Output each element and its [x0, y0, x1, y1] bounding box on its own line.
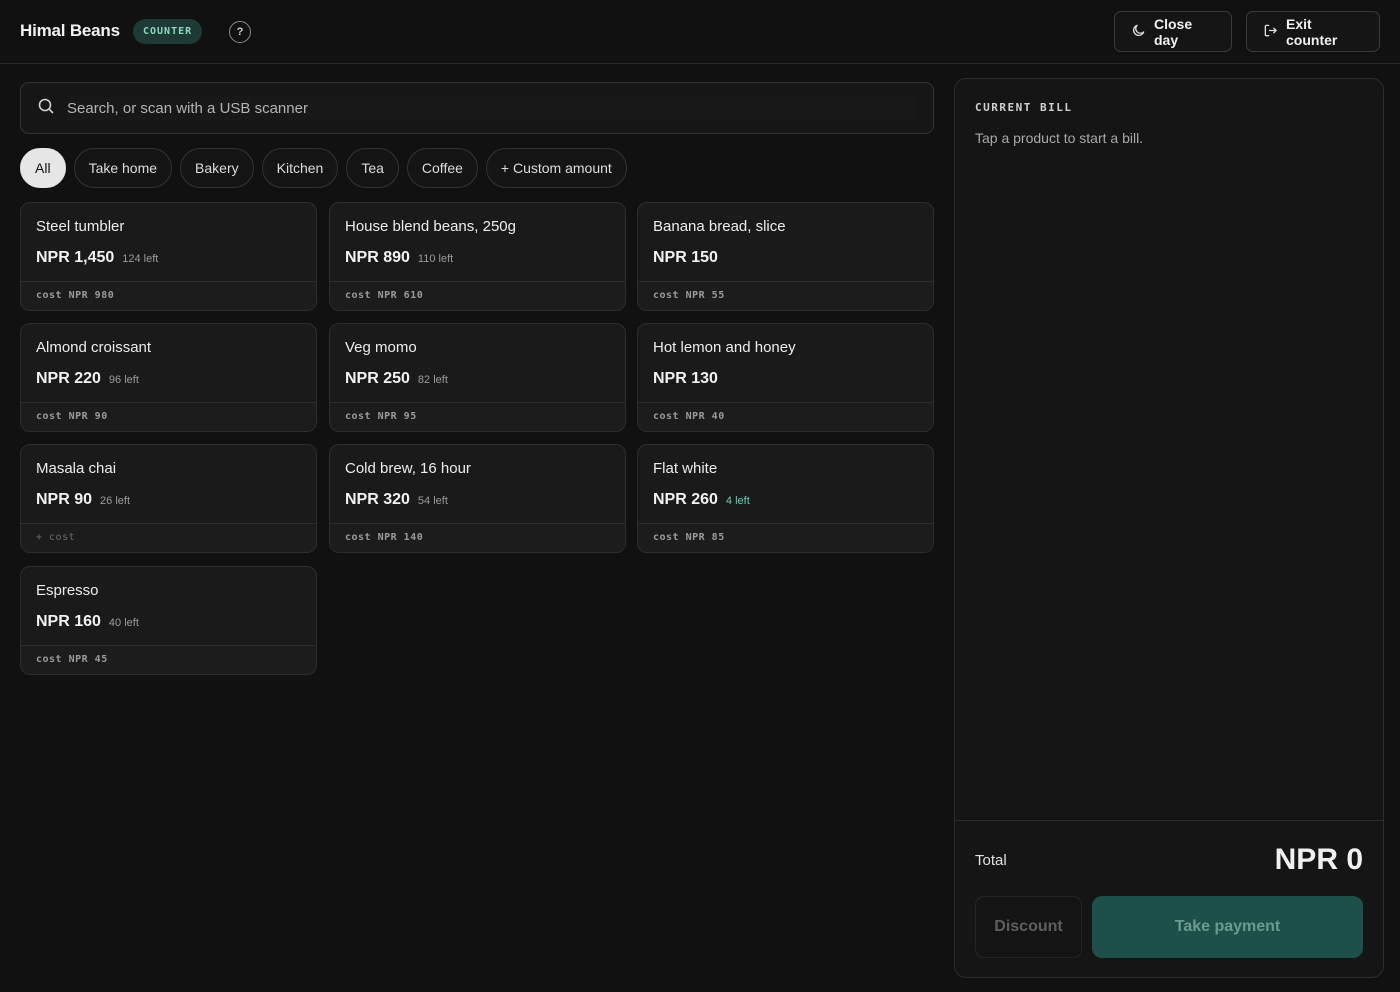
- product-card[interactable]: Almond croissant NPR 220 96 left cost NP…: [20, 323, 317, 432]
- product-price: NPR 90: [36, 491, 93, 508]
- product-price: NPR 130: [653, 370, 718, 387]
- product-card[interactable]: Espresso NPR 160 40 left cost NPR 45: [20, 566, 317, 675]
- product-stock: 26 left: [100, 495, 130, 507]
- top-bar: Himal Beans COUNTER ? Close day Exit cou…: [0, 0, 1400, 64]
- take-payment-button[interactable]: Take payment: [1092, 896, 1363, 958]
- bill-title: CURRENT BILL: [975, 101, 1073, 114]
- total-value: NPR 0: [1274, 843, 1363, 876]
- add-cost-link[interactable]: + cost: [21, 523, 316, 552]
- product-name: Masala chai: [36, 460, 117, 477]
- chip-coffee[interactable]: Coffee: [406, 148, 478, 188]
- moon-icon: [1131, 23, 1146, 41]
- product-name: Steel tumbler: [36, 218, 125, 235]
- product-card[interactable]: Hot lemon and honey NPR 130 cost NPR 40: [637, 323, 934, 432]
- chip-tea[interactable]: Tea: [346, 148, 399, 188]
- product-cost: cost NPR 610: [330, 281, 625, 310]
- product-name: Banana bread, slice: [653, 218, 786, 235]
- product-cost: cost NPR 980: [21, 281, 316, 310]
- product-name: Veg momo: [345, 339, 417, 356]
- mode-badge: COUNTER: [133, 19, 203, 44]
- chip-all[interactable]: All: [20, 148, 66, 188]
- product-price: NPR 250: [345, 370, 410, 387]
- chip-custom-amount[interactable]: + Custom amount: [485, 148, 627, 188]
- close-day-button[interactable]: Close day: [1114, 11, 1232, 52]
- search-icon: [37, 97, 67, 120]
- category-filter: All Take home Bakery Kitchen Tea Coffee …: [20, 148, 627, 188]
- product-card[interactable]: Flat white NPR 260 4 left cost NPR 85: [637, 444, 934, 553]
- product-card[interactable]: House blend beans, 250g NPR 890 110 left…: [329, 202, 626, 311]
- product-stock: 110 left: [417, 253, 454, 265]
- product-name: Hot lemon and honey: [653, 339, 796, 356]
- product-price: NPR 890: [345, 249, 410, 266]
- product-price: NPR 220: [36, 370, 101, 387]
- product-price: NPR 150: [653, 249, 718, 266]
- product-cost: cost NPR 95: [330, 402, 625, 431]
- product-price: NPR 320: [345, 491, 410, 508]
- chip-kitchen[interactable]: Kitchen: [261, 148, 339, 188]
- exit-counter-button[interactable]: Exit counter: [1246, 11, 1380, 52]
- product-cost: cost NPR 85: [638, 523, 933, 552]
- discount-button[interactable]: Discount: [975, 896, 1082, 958]
- search-bar: [20, 82, 934, 134]
- low-stock-badge: 4 left: [725, 495, 750, 507]
- exit-counter-label: Exit counter: [1286, 15, 1338, 48]
- product-price: NPR 260: [653, 491, 718, 508]
- search-input[interactable]: [67, 95, 917, 121]
- product-stock: 40 left: [108, 617, 139, 629]
- product-cost: cost NPR 90: [21, 402, 316, 431]
- bill-divider: [955, 820, 1383, 821]
- product-stock: 96 left: [108, 374, 139, 386]
- product-card[interactable]: Masala chai NPR 90 26 left + cost: [20, 444, 317, 553]
- current-bill-panel: CURRENT BILL Tap a product to start a bi…: [954, 78, 1384, 978]
- product-cost: cost NPR 55: [638, 281, 933, 310]
- product-card[interactable]: Cold brew, 16 hour NPR 320 54 left cost …: [329, 444, 626, 553]
- close-day-label: Close day: [1154, 15, 1193, 48]
- product-price: NPR 1,450: [36, 249, 115, 266]
- product-card[interactable]: Banana bread, slice NPR 150 cost NPR 55: [637, 202, 934, 311]
- product-card[interactable]: Steel tumbler NPR 1,450 124 left cost NP…: [20, 202, 317, 311]
- exit-icon: [1263, 23, 1278, 41]
- product-name: House blend beans, 250g: [345, 218, 516, 235]
- brand-name: Himal Beans: [20, 21, 120, 40]
- chip-bakery[interactable]: Bakery: [180, 148, 254, 188]
- product-price: NPR 160: [36, 613, 101, 630]
- product-name: Almond croissant: [36, 339, 152, 356]
- product-stock: 54 left: [417, 495, 448, 507]
- product-name: Flat white: [653, 460, 718, 477]
- product-name: Cold brew, 16 hour: [345, 460, 471, 477]
- product-stock: 124 left: [122, 253, 159, 265]
- chip-take-home[interactable]: Take home: [73, 148, 173, 188]
- help-button[interactable]: ?: [229, 21, 251, 43]
- product-cost: cost NPR 40: [638, 402, 933, 431]
- product-card[interactable]: Veg momo NPR 250 82 left cost NPR 95: [329, 323, 626, 432]
- product-cost: cost NPR 140: [330, 523, 625, 552]
- bill-empty-message: Tap a product to start a bill.: [975, 130, 1144, 146]
- product-cost: cost NPR 45: [21, 645, 316, 674]
- product-stock: 82 left: [417, 374, 448, 386]
- product-name: Espresso: [36, 582, 99, 599]
- total-label: Total: [975, 852, 1007, 869]
